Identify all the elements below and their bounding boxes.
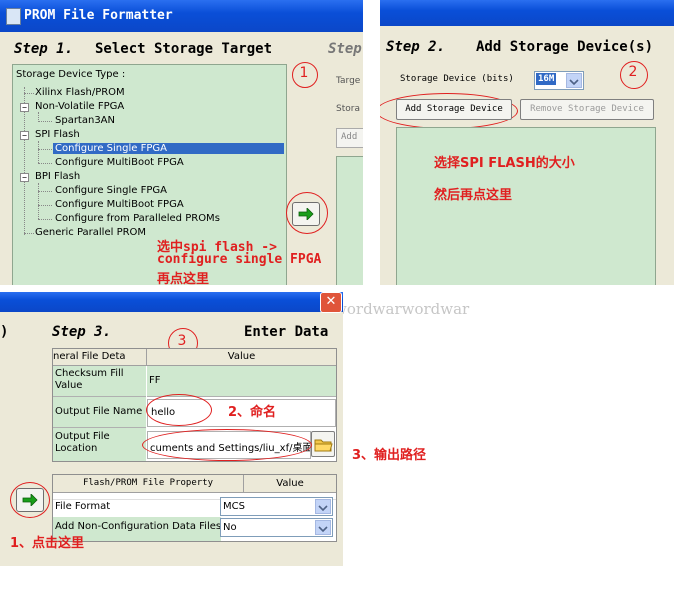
file-format-select[interactable]: MCS	[220, 497, 333, 516]
panel-edge-paren: )	[0, 324, 9, 340]
step3-title: Enter Data	[244, 324, 329, 340]
step3-label: Step 3.	[52, 324, 112, 340]
panel-step1: PROM File Formatter Step 1. Select Stora…	[0, 0, 363, 285]
remove-storage-device-button[interactable]: Remove Storage Device	[520, 99, 654, 120]
chevron-down-icon[interactable]	[315, 520, 331, 535]
add-button-partial[interactable]: Add	[336, 128, 363, 148]
tree-header: Storage Device Type :	[16, 69, 126, 80]
title-bar	[0, 292, 343, 312]
tree-item-bpi-flash[interactable]: BPI Flash	[35, 171, 80, 182]
tree-item-spi-configure-multiboot[interactable]: Configure MultiBoot FPGA	[55, 157, 184, 168]
panel-step2: Step 2. Add Storage Device(s) Storage De…	[380, 0, 674, 285]
annotation-ellipse-location	[142, 429, 312, 461]
browse-button[interactable]	[311, 431, 335, 457]
annotation-text-line3: 再点这里	[157, 272, 210, 285]
chevron-down-icon[interactable]	[315, 499, 331, 514]
collapse-icon[interactable]: −	[20, 103, 29, 112]
annotation-text-name: 2、命名	[228, 405, 277, 420]
collapse-icon[interactable]: −	[20, 131, 29, 140]
app-icon	[6, 8, 21, 25]
arrow-right-icon	[298, 208, 314, 220]
arrow-right-icon	[22, 494, 38, 506]
step2-label-partial: Step	[328, 41, 362, 57]
row-label: Add Non-Configuration Data Files	[55, 521, 222, 532]
tree-item-bpi-paralleled-proms[interactable]: Configure from Paralleled PROMs	[55, 213, 220, 224]
tree-item-spi-flash[interactable]: SPI Flash	[35, 129, 80, 140]
annotation-text-click: 1、点击这里	[10, 536, 85, 551]
tree-item-spi-configure-single[interactable]: Configure Single FPGA	[53, 143, 284, 154]
device-list-partial	[336, 156, 363, 285]
table-row: Output File Location	[53, 428, 146, 461]
step2-title: Add Storage Device(s)	[476, 39, 654, 55]
tree-item-nonvolatile-fpga[interactable]: Non-Volatile FPGA	[35, 101, 124, 112]
folder-icon	[314, 439, 333, 452]
tree-item-bpi-configure-single[interactable]: Configure Single FPGA	[55, 185, 167, 196]
annotation-ellipse-name	[146, 394, 212, 426]
tree-item-generic-parallel-prom[interactable]: Generic Parallel PROM	[35, 227, 146, 238]
tree-item-bpi-configure-multiboot[interactable]: Configure MultiBoot FPGA	[55, 199, 184, 210]
column-header: Value	[147, 349, 336, 366]
step2-label: Step 2.	[386, 39, 446, 55]
annotation-number-3: 3	[177, 333, 187, 349]
next-button[interactable]	[16, 488, 44, 512]
row-label: Output File Location	[55, 431, 110, 454]
storage-device-label: Storage Device (bits)	[400, 74, 514, 84]
column-header: Value	[244, 475, 336, 493]
table-row: Checksum Fill Value	[53, 366, 146, 397]
chevron-down-icon[interactable]	[566, 73, 582, 88]
column-header: Flash/PROM File Property	[53, 475, 244, 493]
close-icon[interactable]: ✕	[320, 292, 342, 313]
title-bar	[380, 0, 674, 26]
tree-item-xilinx-flash[interactable]: Xilinx Flash/PROM	[35, 87, 125, 98]
collapse-icon[interactable]: −	[20, 173, 29, 182]
storage-label-partial: Stora	[336, 104, 360, 114]
next-button[interactable]	[292, 202, 320, 226]
annotation-text-line1: 选择SPI FLASH的大小	[434, 156, 575, 171]
tree-item-spartan3an[interactable]: Spartan3AN	[55, 115, 115, 126]
table-row: Output File Name	[53, 397, 146, 428]
add-nonconfig-data-select[interactable]: No	[220, 518, 333, 537]
panel-step3: ✕ ) Step 3. Enter Data 3 neral File Deta…	[0, 292, 343, 566]
target-label-partial: Targe	[336, 76, 361, 86]
step1-title: Select Storage Target	[95, 41, 273, 57]
annotation-text-line2: configure single FPGA	[157, 252, 322, 267]
add-storage-device-button[interactable]: Add Storage Device	[396, 99, 512, 120]
row-label: Output File Name	[55, 406, 143, 417]
column-header: neral File Deta	[53, 349, 147, 366]
row-label: File Format	[55, 501, 111, 512]
flash-prom-property-grid: Flash/PROM File Property Value File Form…	[52, 474, 337, 542]
storage-device-list[interactable]	[396, 127, 656, 285]
storage-device-select[interactable]: 16M	[534, 71, 584, 90]
annotation-number-2: 2	[628, 64, 638, 80]
checksum-value-cell[interactable]: FF	[147, 366, 336, 397]
annotation-text-line2: 然后再点这里	[434, 188, 513, 203]
title-bar: PROM File Formatter	[0, 0, 363, 32]
annotation-number-1: 1	[299, 65, 309, 81]
annotation-text-path: 3、输出路径	[352, 448, 427, 463]
row-label: Checksum Fill Value	[55, 368, 124, 391]
window-title: PROM File Formatter	[24, 8, 173, 23]
step1-label: Step 1.	[14, 41, 74, 57]
